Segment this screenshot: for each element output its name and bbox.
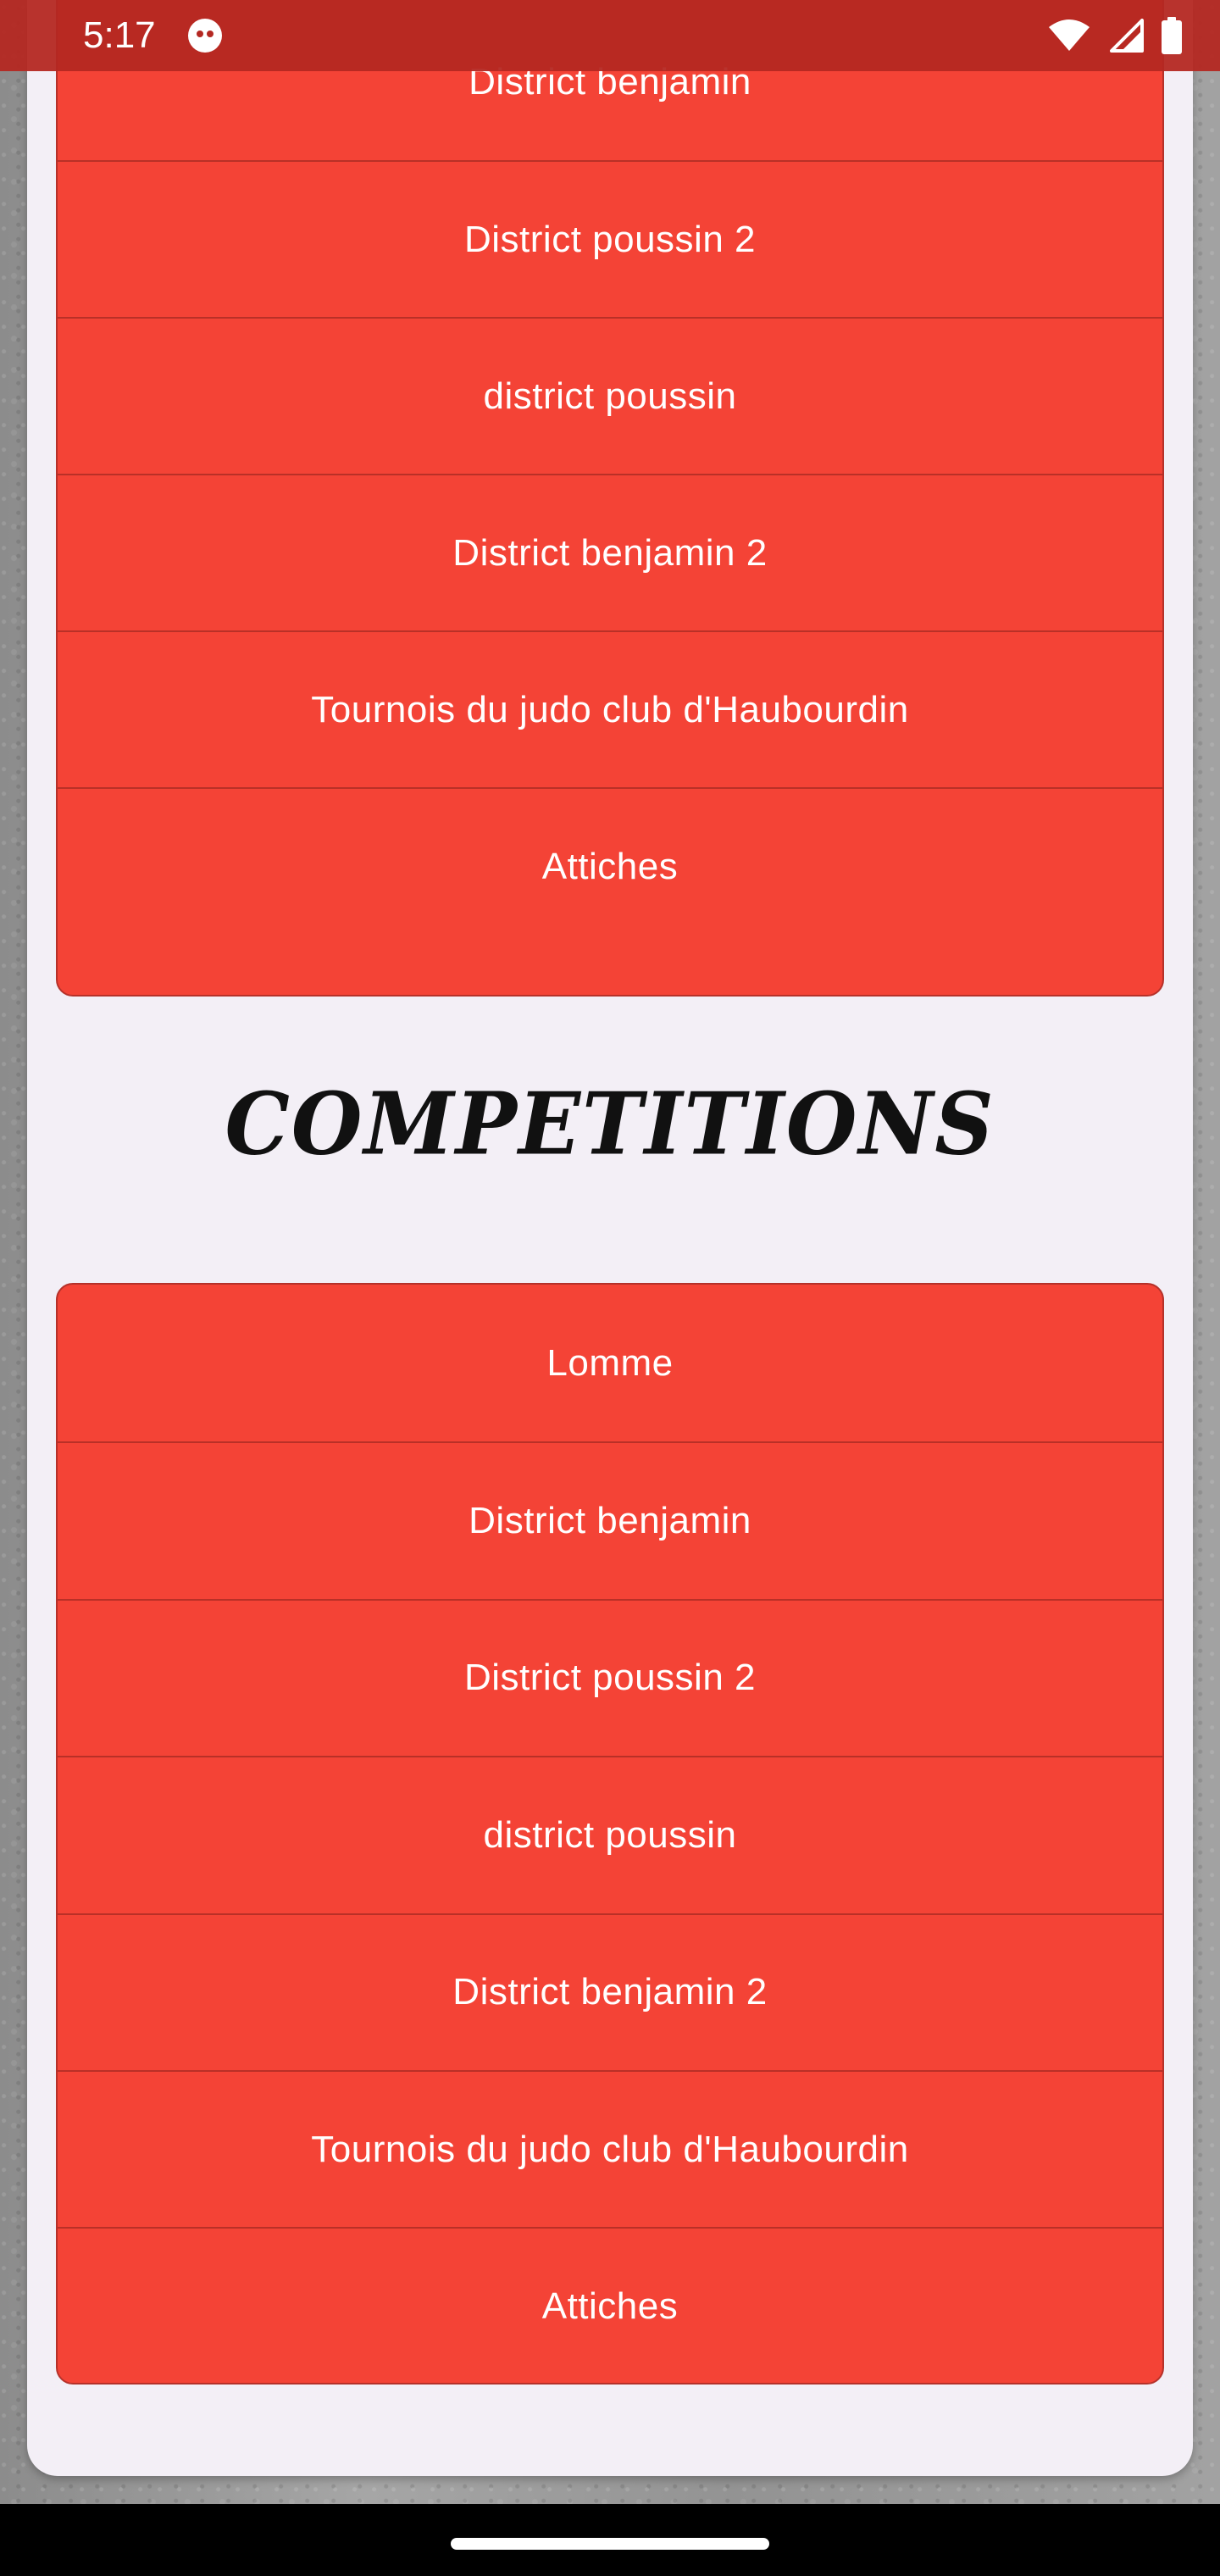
competition-item-district-benjamin[interactable]: District benjamin — [58, 1441, 1162, 1598]
menu-item-attiches[interactable]: Attiches — [58, 787, 1162, 944]
menu-item-district-poussin-2[interactable]: District poussin 2 — [58, 160, 1162, 317]
status-bar: 5:17 — [0, 0, 1220, 71]
menu-item-district-benjamin-2[interactable]: District benjamin 2 — [58, 474, 1162, 630]
signal-icon — [1108, 19, 1144, 53]
home-gesture-handle[interactable] — [451, 2538, 769, 2550]
menu-item-tournois-haubourdin[interactable]: Tournois du judo club d'Haubourdin — [58, 630, 1162, 787]
competition-item-district-poussin-2[interactable]: District poussin 2 — [58, 1598, 1162, 1756]
status-time: 5:17 — [83, 14, 156, 56]
menu-item-district-poussin[interactable]: district poussin — [58, 317, 1162, 474]
app-notification-icon — [187, 19, 222, 53]
competition-item-district-benjamin-2[interactable]: District benjamin 2 — [58, 1913, 1162, 2070]
wifi-icon — [1047, 19, 1091, 53]
status-icons — [1047, 17, 1183, 54]
competitions-menu-list: Lomme District benjamin District poussin… — [56, 1283, 1164, 2384]
battery-icon — [1161, 17, 1183, 54]
competitions-heading: COMPETITIONS — [225, 1074, 995, 1174]
top-menu-list: District benjamin District poussin 2 dis… — [56, 0, 1164, 997]
competition-item-tournois-haubourdin[interactable]: Tournois du judo club d'Haubourdin — [58, 2069, 1162, 2227]
competition-item-district-poussin[interactable]: district poussin — [58, 1756, 1162, 1913]
competition-item-lomme[interactable]: Lomme — [58, 1285, 1162, 1441]
navigation-bar — [0, 2504, 1220, 2576]
competition-item-attiches[interactable]: Attiches — [58, 2227, 1162, 2383]
